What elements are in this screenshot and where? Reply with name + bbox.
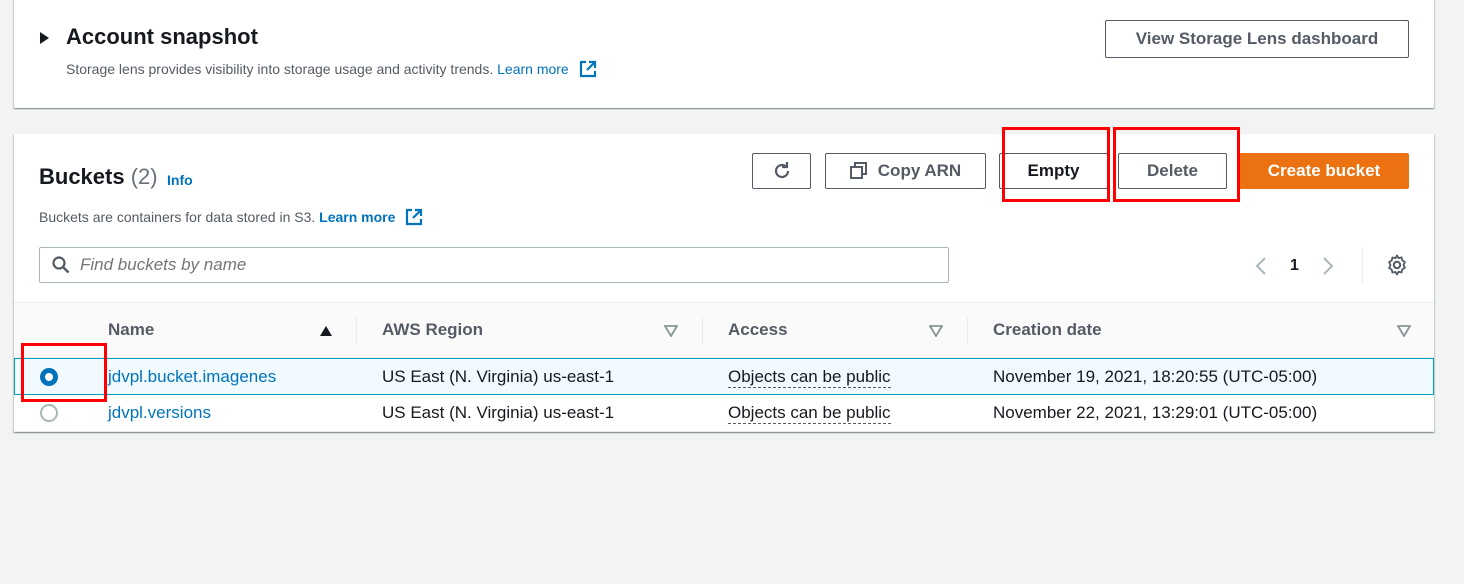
buckets-table: Name AWS Region Access Creation date jdv… [14, 302, 1434, 432]
buckets-heading: Buckets (2) [39, 164, 158, 190]
snapshot-learn-more-link[interactable]: Learn more [497, 61, 569, 77]
column-header-creation-date[interactable]: Creation date [993, 320, 1102, 340]
table-row[interactable]: jdvpl.bucket.imagenes US East (N. Virgin… [14, 358, 1434, 395]
row-radio-button[interactable] [40, 368, 58, 386]
external-link-icon [406, 208, 423, 226]
search-input[interactable] [80, 255, 900, 275]
delete-button[interactable]: Delete [1118, 153, 1227, 189]
copy-icon [849, 162, 867, 179]
sort-icon[interactable] [929, 325, 943, 337]
buckets-description: Buckets are containers for data stored i… [39, 208, 423, 226]
table-header: Name AWS Region Access Creation date [14, 302, 1434, 358]
column-divider [967, 317, 968, 345]
pagination: 1 [1254, 252, 1374, 280]
chevron-right-icon[interactable] [1321, 256, 1335, 276]
buckets-learn-more-link[interactable]: Learn more [319, 209, 395, 225]
copy-arn-label: Copy ARN [877, 161, 962, 180]
sort-icon[interactable] [664, 325, 678, 337]
refresh-icon [774, 162, 789, 179]
bucket-name-link[interactable]: jdvpl.bucket.imagenes [108, 367, 276, 387]
search-icon [52, 256, 70, 274]
bucket-creation-date: November 22, 2021, 13:29:01 (UTC-05:00) [993, 403, 1318, 422]
column-header-region[interactable]: AWS Region [382, 320, 483, 340]
account-snapshot-panel: Account snapshot Storage lens provides v… [14, 0, 1434, 108]
create-bucket-button[interactable]: Create bucket [1239, 153, 1409, 189]
refresh-button[interactable] [752, 153, 811, 189]
info-link[interactable]: Info [167, 172, 193, 188]
snapshot-description-text: Storage lens provides visibility into st… [66, 61, 494, 77]
bucket-creation-date: November 19, 2021, 18:20:55 (UTC-05:00) [993, 367, 1318, 386]
bucket-name-link[interactable]: jdvpl.versions [108, 403, 211, 423]
sort-icon[interactable] [1397, 325, 1411, 337]
row-radio-button[interactable] [40, 404, 58, 422]
account-snapshot-description: Storage lens provides visibility into st… [66, 60, 597, 78]
bucket-access[interactable]: Objects can be public [728, 403, 891, 424]
table-row[interactable]: jdvpl.versions US East (N. Virginia) us-… [14, 395, 1434, 432]
bucket-access[interactable]: Objects can be public [728, 367, 891, 388]
column-header-access[interactable]: Access [728, 320, 788, 340]
sort-ascending-icon[interactable] [319, 325, 333, 337]
copy-arn-button[interactable]: Copy ARN [825, 153, 986, 189]
empty-button[interactable]: Empty [999, 153, 1108, 189]
buckets-panel: Buckets (2) Info Buckets are containers … [14, 134, 1434, 432]
view-storage-lens-button[interactable]: View Storage Lens dashboard [1105, 20, 1409, 58]
column-divider [356, 317, 357, 345]
bucket-region: US East (N. Virginia) us-east-1 [382, 367, 615, 386]
column-header-name[interactable]: Name [108, 320, 154, 340]
expand-caret-icon[interactable] [40, 32, 49, 44]
chevron-left-icon[interactable] [1254, 256, 1268, 276]
divider [1362, 247, 1363, 283]
buckets-count: (2) [130, 164, 158, 189]
account-snapshot-title[interactable]: Account snapshot [66, 24, 258, 50]
bucket-region: US East (N. Virginia) us-east-1 [382, 403, 615, 422]
search-field[interactable] [39, 247, 949, 283]
external-link-icon [579, 60, 596, 78]
gear-icon[interactable] [1386, 254, 1408, 276]
column-divider [702, 317, 703, 345]
buckets-title: Buckets [39, 164, 125, 189]
buckets-description-text: Buckets are containers for data stored i… [39, 209, 316, 225]
page-number[interactable]: 1 [1290, 257, 1299, 275]
